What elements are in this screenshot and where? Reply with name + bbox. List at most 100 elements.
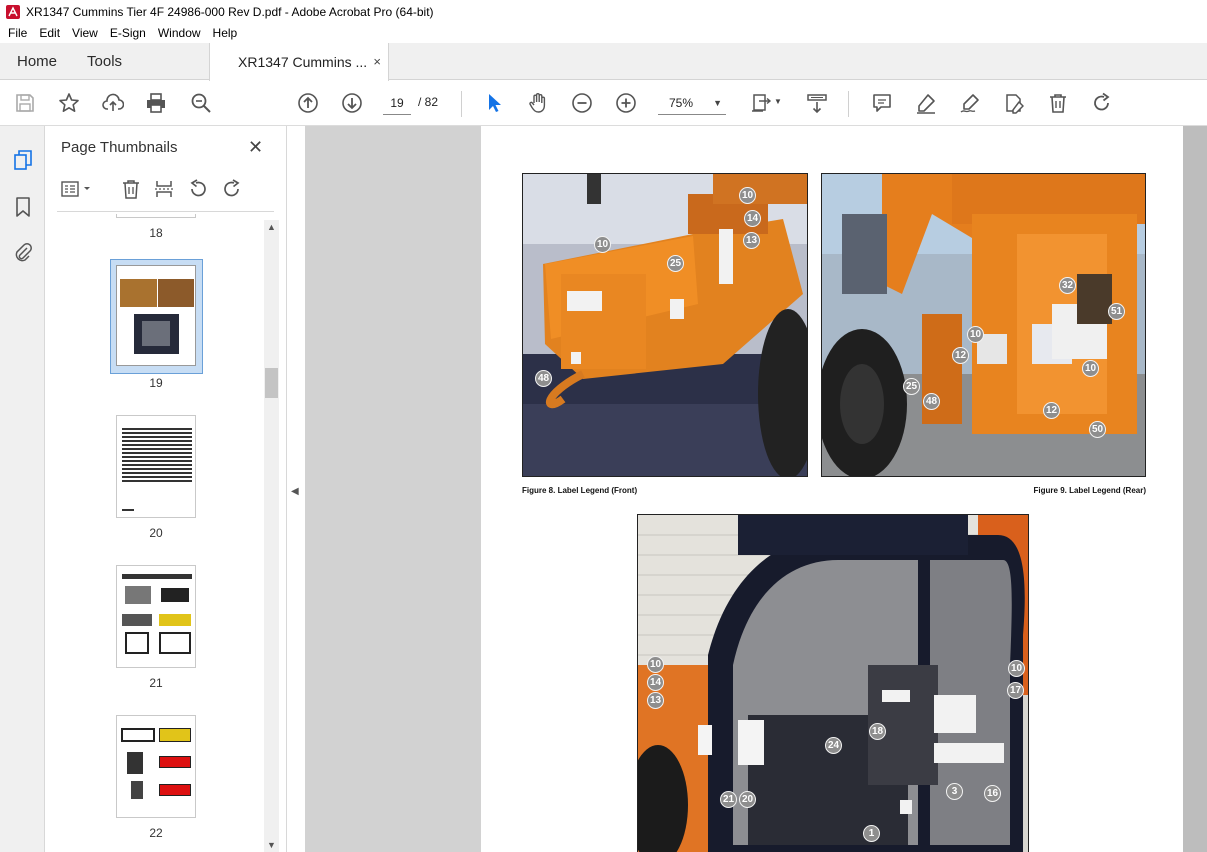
comment-icon[interactable] (869, 90, 895, 116)
rotate-clockwise-icon[interactable] (221, 178, 243, 200)
zoom-search-icon[interactable] (188, 90, 214, 116)
page-number-input[interactable]: 19 (383, 91, 411, 115)
callout-badge: 13 (647, 692, 664, 709)
thumbnail-label: 20 (149, 526, 163, 540)
thumbnails-scrollbar[interactable]: ▲ ▼ (264, 220, 279, 852)
next-page-icon[interactable] (339, 90, 365, 116)
collapse-panel-icon[interactable]: ◀ (291, 486, 299, 497)
cab-label-photo (637, 514, 1029, 852)
callout-badge: 10 (647, 656, 664, 673)
scroll-down-icon[interactable]: ▼ (264, 840, 279, 850)
thumbnail-label: 22 (149, 826, 163, 840)
tab-home[interactable]: Home (0, 43, 72, 79)
thumbnail-page-20[interactable] (116, 415, 196, 518)
acrobat-logo-icon (6, 4, 20, 19)
redo-rotate-icon[interactable] (1089, 90, 1115, 116)
print-icon[interactable] (143, 90, 169, 116)
callout-badge: 21 (720, 791, 737, 808)
callout-badge: 10 (1008, 660, 1025, 677)
tab-document-label: XR1347 Cummins ... (238, 54, 368, 70)
menu-help[interactable]: Help (207, 26, 244, 40)
thumbnail-options-icon[interactable] (60, 178, 94, 200)
highlight-pen-icon[interactable] (913, 90, 939, 116)
insert-page-icon[interactable] (153, 178, 175, 200)
upload-cloud-icon[interactable] (100, 90, 126, 116)
callout-badge: 12 (1043, 402, 1060, 419)
title-bar: XR1347 Cummins Tier 4F 24986-000 Rev D.p… (0, 0, 1207, 23)
page-fit-icon[interactable] (748, 90, 774, 116)
pdf-page: 10 14 13 10 25 48 32 51 10 12 10 25 48 1… (481, 126, 1183, 852)
hand-tool-icon[interactable] (525, 90, 551, 116)
delete-page-icon[interactable] (120, 178, 142, 200)
document-right-gutter (1183, 126, 1207, 852)
chevron-down-icon: ▼ (713, 98, 722, 108)
zoom-level-value: 75% (669, 96, 694, 110)
close-tab-icon[interactable]: × (373, 54, 381, 69)
callout-badge: 50 (1089, 421, 1106, 438)
zoom-level-select[interactable]: 75% ▼ (658, 91, 726, 115)
zoom-out-icon[interactable] (569, 90, 595, 116)
callout-badge: 10 (967, 326, 984, 343)
callout-badge: 13 (743, 232, 760, 249)
callout-badge: 1 (863, 825, 880, 842)
callout-badge: 25 (903, 378, 920, 395)
thumbnail-page-18[interactable] (116, 214, 196, 218)
rotate-counterclockwise-icon[interactable] (187, 178, 209, 200)
thumbnail-page-22[interactable] (116, 715, 196, 818)
callout-badge: 16 (984, 785, 1001, 802)
callout-badge: 20 (739, 791, 756, 808)
callout-badge: 12 (952, 347, 969, 364)
scroll-mode-icon[interactable] (804, 90, 830, 116)
attachments-paperclip-icon[interactable] (11, 240, 35, 264)
edit-pdf-icon[interactable] (1001, 90, 1027, 116)
window-title: XR1347 Cummins Tier 4F 24986-000 Rev D.p… (26, 4, 434, 19)
menu-window[interactable]: Window (152, 26, 207, 40)
menu-view[interactable]: View (66, 26, 104, 40)
callout-badge: 14 (744, 210, 761, 227)
chevron-down-icon[interactable]: ▼ (774, 97, 782, 106)
star-bookmark-icon[interactable] (56, 90, 82, 116)
callout-badge: 48 (923, 393, 940, 410)
callout-badge: 10 (1082, 360, 1099, 377)
callout-badge: 25 (667, 255, 684, 272)
page-thumbnails-icon[interactable] (11, 148, 35, 172)
save-icon[interactable] (12, 90, 38, 116)
menu-edit[interactable]: Edit (33, 26, 66, 40)
scrollbar-thumb[interactable] (265, 368, 278, 398)
scrollbar-track[interactable] (264, 220, 279, 852)
front-label-photo (522, 173, 808, 477)
callout-badge: 48 (535, 370, 552, 387)
callout-badge: 14 (647, 674, 664, 691)
panel-title: Page Thumbnails (61, 139, 178, 156)
sign-pen-icon[interactable] (957, 90, 983, 116)
thumbnails-panel: Page Thumbnails ✕ 18 19 20 21 22 ▲ ▼ (45, 126, 287, 852)
close-panel-icon[interactable]: ✕ (248, 137, 263, 158)
delete-trash-icon[interactable] (1045, 90, 1071, 116)
tab-tools[interactable]: Tools (72, 43, 209, 79)
bookmarks-icon[interactable] (11, 195, 35, 219)
thumbnail-page-19[interactable] (116, 265, 196, 366)
panel-divider (57, 211, 274, 212)
figure-8-caption: Figure 8. Label Legend (Front) (522, 486, 638, 495)
thumbnail-label: 18 (149, 226, 163, 240)
select-cursor-icon[interactable] (481, 90, 507, 116)
scroll-up-icon[interactable]: ▲ (264, 222, 279, 232)
tab-document[interactable]: XR1347 Cummins ... × (209, 43, 390, 81)
thumbnail-label: 21 (149, 676, 163, 690)
figure-9-caption: Figure 9. Label Legend (Rear) (1033, 486, 1146, 495)
toolbar-divider (848, 91, 849, 117)
panel-collapse-strip[interactable]: ◀ (287, 126, 305, 852)
thumbnail-page-21[interactable] (116, 565, 196, 668)
zoom-in-icon[interactable] (613, 90, 639, 116)
menu-esign[interactable]: E-Sign (104, 26, 152, 40)
callout-badge: 24 (825, 737, 842, 754)
callout-badge: 18 (869, 723, 886, 740)
callout-badge: 10 (594, 236, 611, 253)
callout-badge: 32 (1059, 277, 1076, 294)
document-viewport[interactable]: 10 14 13 10 25 48 32 51 10 12 10 25 48 1… (305, 126, 1207, 852)
menu-file[interactable]: File (2, 26, 33, 40)
previous-page-icon[interactable] (295, 90, 321, 116)
toolbar: 19 / 82 75% ▼ ▼ (0, 81, 1207, 126)
callout-badge: 51 (1108, 303, 1125, 320)
toolbar-divider (461, 91, 462, 117)
